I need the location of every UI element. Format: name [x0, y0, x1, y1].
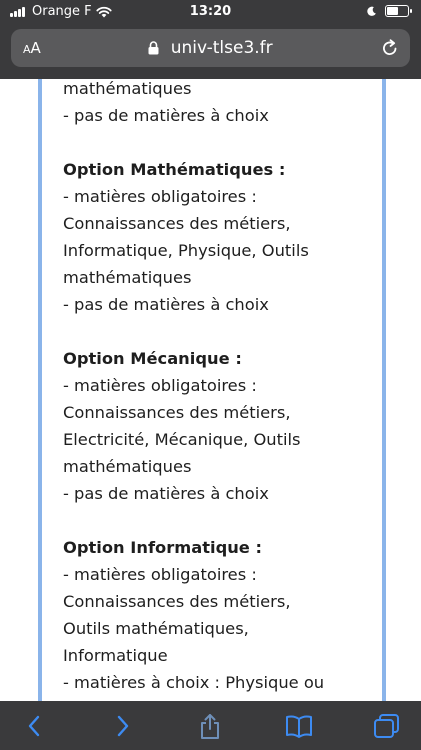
text-line: Connaissances des métiers,: [63, 403, 291, 422]
bookmarks-icon[interactable]: [285, 713, 313, 739]
text-block: mathématiques - pas de matières à choix Op…: [63, 79, 363, 696]
status-right: [366, 5, 412, 17]
text-line: - matières obligatoires :: [63, 376, 257, 395]
battery-icon: [385, 5, 412, 17]
tabs-icon[interactable]: [373, 713, 401, 739]
text-line: Connaissances des métiers,: [63, 214, 291, 233]
status-bar: Orange F 13:20: [0, 0, 421, 24]
share-icon[interactable]: [196, 713, 224, 739]
text-line: Outils mathématiques,: [63, 619, 249, 638]
address-bar[interactable]: AA univ-tlse3.fr: [11, 29, 410, 67]
section-heading: Option Mécanique :: [63, 349, 242, 368]
text-line: Informatique: [63, 646, 168, 665]
text-line: - pas de matières à choix: [63, 295, 269, 314]
back-icon[interactable]: [21, 713, 49, 739]
text-line: mathématiques: [63, 457, 192, 476]
text-line: mathématiques: [63, 79, 192, 98]
forward-icon[interactable]: [108, 713, 136, 739]
reload-icon[interactable]: [380, 38, 400, 58]
moon-icon: [367, 6, 376, 16]
text-line: mathématiques: [63, 268, 192, 287]
section-heading: Option Mathématiques :: [63, 160, 286, 179]
text-line: Electricité, Mécanique, Outils: [63, 430, 301, 449]
lock-icon: [148, 41, 159, 55]
text-line: - matières obligatoires :: [63, 187, 257, 206]
clock: 13:20: [189, 4, 232, 19]
section-heading: Option Informatique :: [63, 538, 263, 557]
text-line: - matières à choix : Physique ou: [63, 673, 325, 692]
url-text: univ-tlse3.fr: [170, 38, 273, 58]
text-line: - matières obligatoires :: [63, 565, 257, 584]
page-content: mathématiques - pas de matières à choix Op…: [0, 79, 421, 701]
browser-top-chrome: Orange F 13:20 AA univ-tlse3.fr: [0, 0, 421, 79]
text-line: Informatique, Physique, Outils: [63, 241, 309, 260]
text-line: - pas de matières à choix: [63, 484, 269, 503]
browser-toolbar: [0, 701, 421, 750]
url-display[interactable]: univ-tlse3.fr: [11, 38, 410, 58]
text-line: Connaissances des métiers,: [63, 592, 291, 611]
text-line: - pas de matières à choix: [63, 106, 269, 125]
